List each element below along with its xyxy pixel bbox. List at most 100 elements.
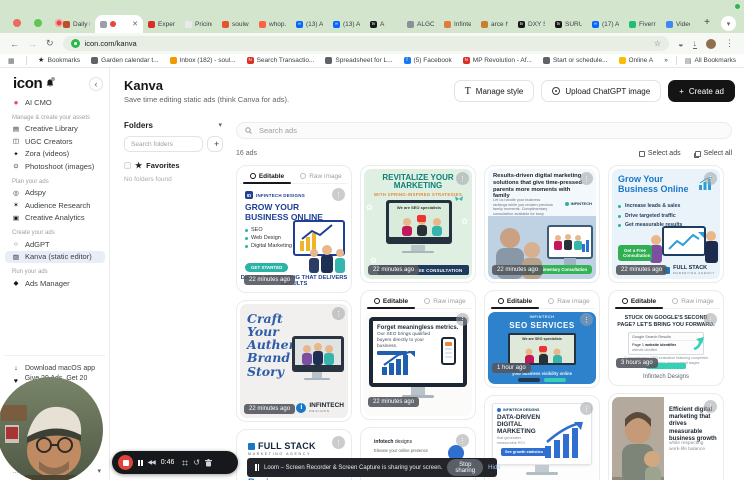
ad-card[interactable]: ✿ ✿ ✿ REVITALIZE YOUR MARKETING WITH SPR… [360,165,476,283]
tab-raw-image[interactable]: Raw image [666,294,720,308]
back-icon[interactable]: ← [10,39,19,49]
select-ads-button[interactable]: Select ads [638,150,681,157]
ad-thumbnail[interactable]: Results-driven digital marketing solutio… [488,169,596,279]
create-ad-button[interactable]: + Create ad [668,80,735,102]
downloads-icon[interactable]: ↓ [692,38,697,49]
sidebar-item[interactable]: ▨ Kanva (static editor) [5,250,105,263]
url-text[interactable]: icon.com/kanva [85,39,649,48]
sidebar-collapse-button[interactable]: ‹ [89,76,103,91]
ad-card[interactable]: Grow Your Business Online Increase leads… [608,165,724,283]
tab-editable[interactable]: Editable [240,169,294,184]
sidebar-footer-item[interactable]: ↓ Download macOS app [5,362,105,375]
trash-icon[interactable] [205,458,213,467]
card-menu-icon[interactable]: ⋮ [456,313,469,326]
sidebar-item[interactable]: ▣ Creative Analytics [5,212,105,225]
tab-search-chevron-icon[interactable]: ▾ [721,16,736,31]
sidebar-item[interactable]: ✶ Audience Research [5,199,105,212]
sidebar-item[interactable]: ✦ Zora (videos) [5,148,105,161]
card-menu-icon[interactable]: ⋮ [704,313,717,326]
browser-tab[interactable]: Video ✕ [661,15,690,33]
tab-raw-image[interactable]: Raw image [542,294,596,308]
tab-editable[interactable]: Editable [488,294,542,309]
upload-chatgpt-image-button[interactable]: Upload ChatGPT image [541,80,662,102]
browser-tab[interactable]: arce h ✕ [476,15,513,33]
card-menu-icon[interactable]: ⋮ [332,307,345,320]
bookmark-item[interactable]: N MP Revolution - Af... [462,57,532,64]
bookmark-item[interactable]: ★ Bookmarks [38,57,80,64]
bookmark-star-icon[interactable]: ☆ [654,39,661,48]
bookmark-item[interactable]: Online Audio Conv... [618,57,653,64]
bookmark-item[interactable]: Spreadsheet for L... [325,57,393,64]
card-menu-icon[interactable]: ⋮ [580,172,593,185]
ad-card[interactable]: Craft Your Authentic Brand Story i INFIN… [236,300,352,422]
forward-icon[interactable]: → [28,39,37,49]
card-menu-icon[interactable]: ⋮ [580,402,593,415]
browser-tab[interactable]: ✕ [95,15,143,33]
reload-icon[interactable]: ↻ [46,38,54,49]
sidebar-item[interactable]: ⊙ Photoshoot (images) [5,160,105,173]
browser-tab[interactable]: ALGO ✕ [402,15,439,33]
sidebar-item[interactable]: ◫ UGC Creators [5,135,105,148]
sidebar-item[interactable]: ● AI CMO [5,96,105,109]
ad-thumbnail[interactable]: ID INFINTECH DESIGNS GROW YOUR BUSINESS O… [240,187,348,289]
bookmark-item[interactable]: Garden calendar t... [91,57,159,64]
add-folder-button[interactable]: + [207,136,223,152]
browser-tab[interactable]: soulwe ✕ [217,15,254,33]
search-ads-input[interactable] [257,125,723,136]
card-menu-icon[interactable]: ⋮ [456,434,469,447]
hide-button[interactable]: Hide [488,465,500,471]
ad-card[interactable]: Editable Raw image ID INFINTECH DESIGNS G… [236,165,352,293]
rewind-icon[interactable]: ◀◀ [148,459,156,466]
tab-close-icon[interactable]: ✕ [132,20,138,28]
browser-tab[interactable]: Pricing ✕ [180,15,217,33]
browser-tab[interactable]: Infinte ✕ [439,15,476,33]
new-tab-button[interactable]: + [704,17,710,28]
sidebar-item[interactable]: ▤ Creative Library [5,123,105,136]
pause-icon[interactable] [138,459,143,466]
ad-card[interactable]: Editable Raw image INFINTECH SEO SERVICE… [484,290,600,388]
webcam-bubble[interactable] [0,377,103,480]
ad-card[interactable]: Results-driven digital marketing solutio… [484,165,600,283]
folders-chevron-icon[interactable]: ▾ [218,121,222,129]
tab-editable[interactable]: Editable [364,294,418,309]
bookmark-item[interactable]: f (5) Facebook [403,57,452,64]
bookmark-item[interactable]: Inbox (182) - soul... [169,57,236,64]
ad-thumbnail[interactable]: INFINTECH SEO SERVICES We are SEO specia… [488,312,596,384]
search-folders-input[interactable] [124,136,203,152]
card-menu-icon[interactable]: ⋮ [332,188,345,201]
browser-tab[interactable]: Daily P ✕ [58,15,95,33]
card-menu-icon[interactable]: ⋮ [456,172,469,185]
notifications-bell-icon[interactable] [46,77,56,88]
browser-tab[interactable]: ∞ (13) Ac ✕ [328,15,365,33]
ad-card[interactable]: Editable Raw image Forget meaningless me… [360,290,476,420]
card-menu-icon[interactable]: ⋮ [704,400,717,413]
card-menu-icon[interactable]: ⋮ [332,436,345,449]
card-menu-icon[interactable]: ⋮ [580,313,593,326]
sidebar-item[interactable]: ◎ Adspy [5,187,105,200]
browser-tab[interactable]: Experi ✕ [143,15,180,33]
tab-editable[interactable]: Editable [612,294,666,309]
browser-tab[interactable]: tv SURUS ✕ [550,15,587,33]
apps-grid-icon[interactable]: ▦ [8,57,15,65]
loom-control-bar[interactable]: ◀◀ 0:46 ↺ [112,451,238,474]
manage-style-button[interactable]: T Manage style [453,80,535,102]
tab-raw-image[interactable]: Raw image [418,294,472,308]
browser-tab[interactable]: tv DXY S ✕ [513,15,550,33]
sidebar-item[interactable]: ○ AdGPT [5,238,105,251]
browser-tab[interactable]: ∞ (13) Ac ✕ [291,15,328,33]
browser-menu-icon[interactable]: ⋮ [725,38,734,49]
sidebar-item[interactable]: ◆ Ads Manager [5,277,105,290]
all-bookmarks-button[interactable]: ▤ All Bookmarks [685,57,736,65]
search-ads-box[interactable] [236,122,732,139]
card-menu-icon[interactable]: ⋮ [704,172,717,185]
bookmark-item[interactable]: Start or schedule... [542,57,608,64]
tab-raw-image[interactable]: Raw image [294,169,348,183]
ad-card[interactable]: Efficient digital marketing that drives … [608,393,724,480]
browser-tab[interactable]: whop.c ✕ [254,15,291,33]
extension-icon[interactable]: ◒ [678,39,683,49]
ad-thumbnail[interactable]: ✿ ✿ ✿ REVITALIZE YOUR MARKETING WITH SPR… [364,169,472,279]
browser-tab[interactable]: ∞ (17) Ac ✕ [587,15,624,33]
stop-sharing-button[interactable]: Stop sharing [447,459,484,476]
ad-thumbnail[interactable]: Grow Your Business Online Increase leads… [612,169,720,279]
browser-tab[interactable]: Fiverr ✕ [624,15,661,33]
